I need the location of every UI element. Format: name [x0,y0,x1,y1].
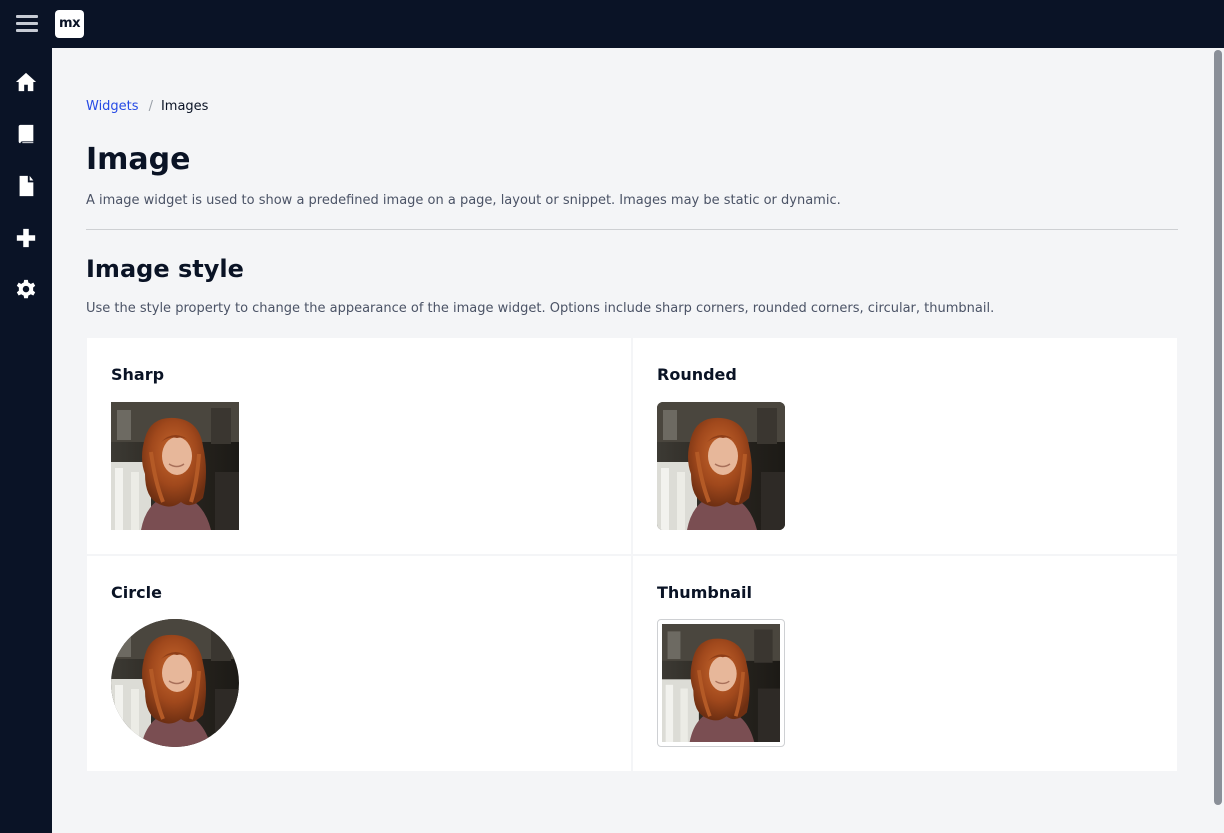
hamburger-icon[interactable] [16,14,38,34]
gear-icon [16,279,36,299]
page-title: Image [86,142,191,177]
card-title: Sharp [111,365,165,384]
home-icon [15,72,37,92]
sidebar-item-settings[interactable] [0,264,52,316]
image-sharp [111,402,239,530]
card-rounded: Rounded [633,338,1177,554]
image-rounded [657,402,785,530]
divider [86,229,1178,230]
main-content: Widgets / Images Image A image widget is u… [52,48,1212,833]
card-title: Circle [111,583,162,602]
file-icon [19,175,34,197]
image-circle [111,619,239,747]
breadcrumb-current: Images [160,99,209,114]
breadcrumb-link-widgets[interactable]: Widgets [86,99,139,114]
scrollbar-thumb[interactable] [1214,50,1222,805]
card-title: Rounded [657,365,737,384]
sidebar-item-documentation[interactable] [0,108,52,160]
image-thumbnail [657,619,785,747]
breadcrumb: Widgets / Images [86,98,208,116]
breadcrumb-separator: / [148,99,153,114]
app-logo[interactable]: mx [55,10,84,38]
card-circle: Circle [87,556,631,771]
plus-icon [16,228,36,248]
card-title: Thumbnail [657,583,752,602]
book-icon [18,124,34,144]
sidebar-item-add[interactable] [0,212,52,264]
page-description: A image widget is used to show a predefi… [86,193,841,208]
sidebar-item-home[interactable] [0,56,52,108]
sidebar [0,48,52,833]
section-description: Use the style property to change the app… [86,301,995,316]
sidebar-item-pages[interactable] [0,160,52,212]
top-bar: mx [0,0,1224,48]
section-title: Image style [86,255,244,283]
card-sharp: Sharp [87,338,631,554]
card-thumbnail: Thumbnail [633,556,1177,771]
